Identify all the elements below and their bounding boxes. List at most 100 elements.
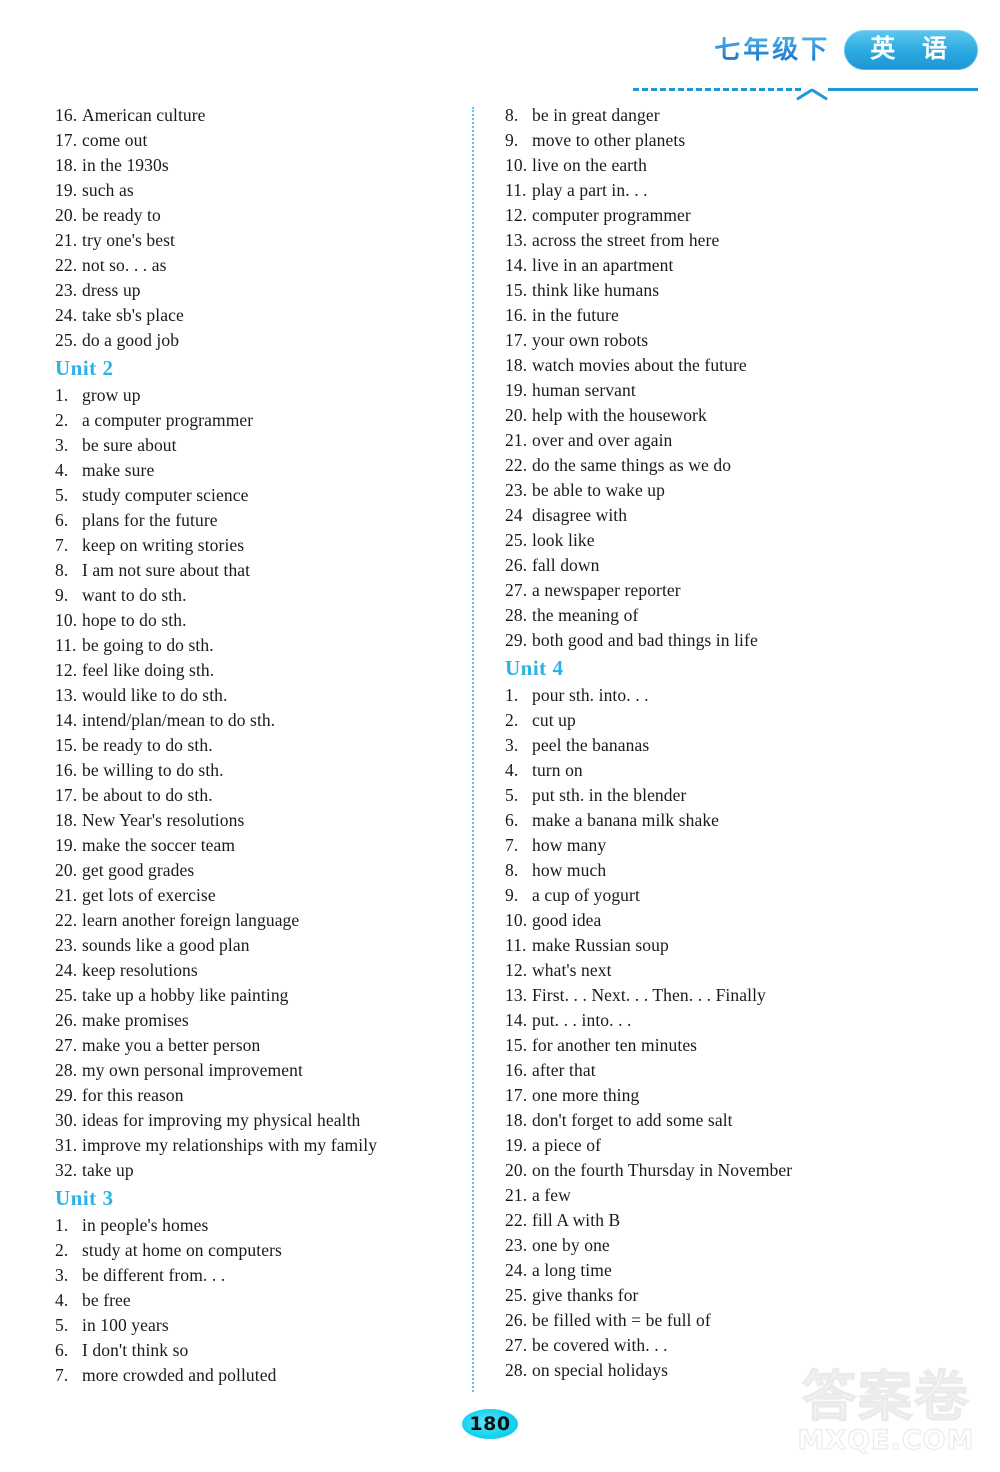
list-item-number: 22. <box>55 910 78 930</box>
list-item-number: 5. <box>55 485 69 505</box>
list-item-number: 18. <box>505 1110 528 1130</box>
list-item: 8. how much <box>505 858 925 883</box>
list-item-text: live on the earth <box>532 155 647 175</box>
list-item-text: be different from. . . <box>82 1265 226 1285</box>
watermark-domain-text: MXQE.COM <box>797 1425 975 1456</box>
list-item-number: 16. <box>505 305 528 325</box>
list-item: 17. be about to do sth. <box>55 783 455 808</box>
list-item-number: 11. <box>505 935 527 955</box>
list-item: 10. hope to do sth. <box>55 608 455 633</box>
list-item: 4. make sure <box>55 458 455 483</box>
list-item: 7. more crowded and polluted <box>55 1363 455 1388</box>
list-item-number: 11. <box>55 635 77 655</box>
list-item-text: a computer programmer <box>82 410 254 430</box>
unit-heading-label: Unit <box>55 1186 97 1210</box>
list-item-text: take up a hobby like painting <box>82 985 289 1005</box>
list-item: 11. be going to do sth. <box>55 633 455 658</box>
list-item-text: disagree with <box>532 505 628 525</box>
list-item-number: 31. <box>55 1135 78 1155</box>
list-item: 31. improve my relationships with my fami… <box>55 1133 455 1158</box>
list-item-text: more crowded and polluted <box>82 1365 277 1385</box>
list-item-text: make promises <box>82 1010 189 1030</box>
list-item-text: both good and bad things in life <box>532 630 758 650</box>
list-item: 27. be covered with. . . <box>505 1333 925 1358</box>
list-item-number: 28. <box>505 605 528 625</box>
list-item: 15. for another ten minutes <box>505 1033 925 1058</box>
list-item-text: look like <box>532 530 595 550</box>
list-item-number: 24. <box>55 305 78 325</box>
list-item-number: 15. <box>505 1035 528 1055</box>
list-item: 10. good idea <box>505 908 925 933</box>
list-item-text: feel like doing sth. <box>82 660 215 680</box>
list-item-text: get lots of exercise <box>82 885 216 905</box>
list-item: 18. don't forget to add some salt <box>505 1108 925 1133</box>
list-item-number: 26. <box>505 555 528 575</box>
list-item-text: cut up <box>532 710 576 730</box>
list-item: 26. make promises <box>55 1008 455 1033</box>
list-item: 21. a few <box>505 1183 925 1208</box>
list-item-number: 27. <box>505 1335 528 1355</box>
list-item: 19. such as <box>55 178 455 203</box>
list-item-text: be willing to do sth. <box>82 760 224 780</box>
list-item-number: 25. <box>505 530 528 550</box>
list-item-number: 12. <box>55 660 78 680</box>
list-item: 29. both good and bad things in life <box>505 628 925 653</box>
list-item-text: for this reason <box>82 1085 184 1105</box>
list-item-text: make sure <box>82 460 155 480</box>
list-item-text: a cup of yogurt <box>532 885 640 905</box>
list-item-number: 3. <box>55 1265 69 1285</box>
list-item: 5. study computer science <box>55 483 455 508</box>
column-divider <box>472 107 474 1392</box>
list-item-number: 15. <box>505 280 528 300</box>
list-item-number: 24. <box>55 960 78 980</box>
list-item-text: be ready to do sth. <box>82 735 213 755</box>
list-item-text: make the soccer team <box>82 835 236 855</box>
list-item-text: be ready to <box>82 205 161 225</box>
list-item: 28. my own personal improvement <box>55 1058 455 1083</box>
list-item-number: 4. <box>55 1290 69 1310</box>
list-item: 17. come out <box>55 128 455 153</box>
list-item: 14. intend/plan/mean to do sth. <box>55 708 455 733</box>
list-item-text: in the 1930s <box>82 155 169 175</box>
list-item-number: 20. <box>55 860 78 880</box>
list-item-number: 14. <box>505 255 528 275</box>
list-item: 22. do the same things as we do <box>505 453 925 478</box>
list-item: 27. a newspaper reporter <box>505 578 925 603</box>
list-item: 10. live on the earth <box>505 153 925 178</box>
list-item-text: American culture <box>82 105 206 125</box>
list-item: 25. give thanks for <box>505 1283 925 1308</box>
list-item-text: put sth. in the blender <box>532 785 687 805</box>
list-item: 26. fall down <box>505 553 925 578</box>
list-item: 20. be ready to <box>55 203 455 228</box>
page-number-badge: 180 <box>462 1409 518 1439</box>
list-item-text: intend/plan/mean to do sth. <box>82 710 276 730</box>
list-item: 9. a cup of yogurt <box>505 883 925 908</box>
list-item: 24. take sb's place <box>55 303 455 328</box>
list-item-number: 2. <box>55 1240 69 1260</box>
list-item-number: 18. <box>505 355 528 375</box>
list-item-number: 13. <box>505 985 528 1005</box>
list-item: 23. one by one <box>505 1233 925 1258</box>
list-item: 19. human servant <box>505 378 925 403</box>
list-item: 12. feel like doing sth. <box>55 658 455 683</box>
right-column: 8. be in great danger 9. move to other plan… <box>505 103 925 1383</box>
list-item-text: be sure about <box>82 435 177 455</box>
list-item: 23. be able to wake up <box>505 478 925 503</box>
list-item-number: 21. <box>505 1185 528 1205</box>
list-item-text: in the future <box>532 305 619 325</box>
list-item-text: one more thing <box>532 1085 640 1105</box>
list-item-number: 8. <box>505 860 519 880</box>
list-item: 30. ideas for improving my physical healt… <box>55 1108 455 1133</box>
list-item-text: such as <box>82 180 134 200</box>
list-item-number: 17. <box>55 785 78 805</box>
list-item: 16. after that <box>505 1058 925 1083</box>
list-item-text: be about to do sth. <box>82 785 213 805</box>
list-item-text: would like to do sth. <box>82 685 228 705</box>
list-item-number: 25. <box>55 330 78 350</box>
list-item: 26. be filled with = be full of <box>505 1308 925 1333</box>
list-item: 22. not so. . . as <box>55 253 455 278</box>
list-item: 1. pour sth. into. . . <box>505 683 925 708</box>
list-item-number: 21. <box>55 230 78 250</box>
list-item-text: improve my relationships with my family <box>82 1135 378 1155</box>
list-item-number: 19. <box>55 835 78 855</box>
